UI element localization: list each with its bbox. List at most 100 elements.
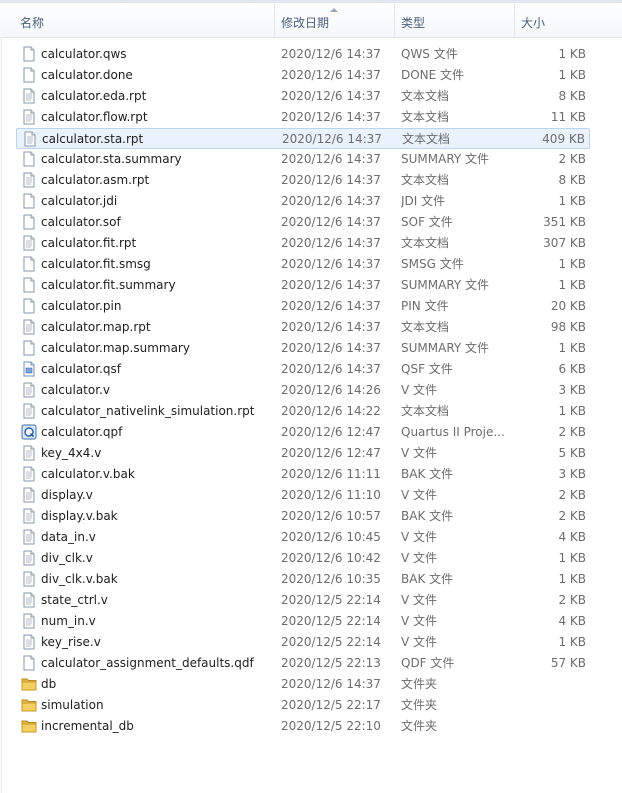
file-row[interactable]: calculator.map.rpt 2020/12/6 14:37 文本文档 98 …: [16, 317, 590, 338]
file-row[interactable]: calculator.pin 2020/12/6 14:37 PIN 文件 20 KB: [16, 296, 590, 317]
file-name: state_ctrl.v: [41, 593, 108, 607]
file-type: V 文件: [401, 488, 438, 502]
file-row[interactable]: calculator.qws 2020/12/6 14:37 QWS 文件 1 KB: [16, 44, 590, 65]
file-type: JDI 文件: [401, 194, 446, 208]
file-size: 4 KB: [558, 530, 586, 544]
file-modified-date: 2020/12/6 11:11: [281, 467, 381, 481]
file-modified-date: 2020/12/6 14:22: [281, 404, 381, 418]
text-document-icon: [21, 172, 37, 188]
file-row[interactable]: calculator.fit.rpt 2020/12/6 14:37 文本文档 307…: [16, 233, 590, 254]
file-size: 1 KB: [558, 68, 586, 82]
file-row[interactable]: calculator.flow.rpt 2020/12/6 14:37 文本文档 11…: [16, 107, 590, 128]
file-row[interactable]: key_4x4.v 2020/12/6 12:47 V 文件 5 KB: [16, 443, 590, 464]
document-icon: [21, 46, 37, 62]
folder-icon: [21, 718, 37, 734]
column-header-name[interactable]: 名称: [14, 3, 275, 37]
file-name: calculator.sof: [41, 215, 121, 229]
document-icon: [21, 340, 37, 356]
file-modified-date: 2020/12/6 14:37: [281, 341, 381, 355]
file-size: 1 KB: [558, 341, 586, 355]
file-modified-date: 2020/12/6 14:37: [281, 257, 381, 271]
file-row[interactable]: db 2020/12/6 14:37 文件夹: [16, 674, 590, 695]
file-size: 1 KB: [558, 404, 586, 418]
text-document-icon: [21, 319, 37, 335]
file-row[interactable]: incremental_db 2020/12/5 22:10 文件夹: [16, 716, 590, 737]
text-document-icon: [21, 592, 37, 608]
file-row[interactable]: calculator.fit.summary 2020/12/6 14:37 SUM…: [16, 275, 590, 296]
file-row[interactable]: display.v.bak 2020/12/6 10:57 BAK 文件 2 KB: [16, 506, 590, 527]
file-modified-date: 2020/12/6 14:37: [281, 677, 381, 691]
column-header-size[interactable]: 大小: [515, 3, 622, 37]
file-row[interactable]: calculator.v 2020/12/6 14:26 V 文件 3 KB: [16, 380, 590, 401]
file-modified-date: 2020/12/6 14:37: [281, 47, 381, 61]
file-name: calculator.fit.rpt: [41, 236, 137, 250]
file-row[interactable]: calculator.jdi 2020/12/6 14:37 JDI 文件 1 KB: [16, 191, 590, 212]
file-size: 3 KB: [558, 467, 586, 481]
file-size: 409 KB: [542, 132, 585, 146]
file-modified-date: 2020/12/6 14:37: [281, 110, 381, 124]
file-size: 2 KB: [558, 152, 586, 166]
file-modified-date: 2020/12/6 10:42: [281, 551, 381, 565]
file-modified-date: 2020/12/6 14:37: [281, 173, 381, 187]
file-name: num_in.v: [41, 614, 96, 628]
file-row[interactable]: calculator.eda.rpt 2020/12/6 14:37 文本文档 8 K…: [16, 86, 590, 107]
column-header-bar: 名称 修改日期 类型 大小: [0, 3, 622, 38]
file-row[interactable]: calculator.asm.rpt 2020/12/6 14:37 文本文档 8 K…: [16, 170, 590, 191]
sort-up-icon: [330, 8, 338, 12]
file-row[interactable]: calculator_nativelink_simulation.rpt 2020…: [16, 401, 590, 422]
file-row[interactable]: calculator.v.bak 2020/12/6 11:11 BAK 文件 3 K…: [16, 464, 590, 485]
file-row[interactable]: calculator.sta.rpt 2020/12/6 14:37 文本文档 409…: [16, 128, 590, 149]
file-row[interactable]: calculator.qsf 2020/12/6 14:37 QSF 文件 6 KB: [16, 359, 590, 380]
file-type: 文本文档: [401, 173, 450, 187]
file-name: simulation: [41, 698, 104, 712]
file-row[interactable]: calculator_assignment_defaults.qdf 2020/1…: [16, 653, 590, 674]
file-modified-date: 2020/12/6 14:37: [281, 215, 381, 229]
file-size: 1 KB: [558, 635, 586, 649]
file-size: 8 KB: [558, 89, 586, 103]
file-row[interactable]: state_ctrl.v 2020/12/5 22:14 V 文件 2 KB: [16, 590, 590, 611]
folder-icon: [21, 697, 37, 713]
file-modified-date: 2020/12/6 14:37: [281, 236, 381, 250]
file-row[interactable]: calculator.sof 2020/12/6 14:37 SOF 文件 351 K…: [16, 212, 590, 233]
file-size: 5 KB: [558, 446, 586, 460]
column-header-name-label: 名称: [20, 16, 45, 30]
text-document-icon: [21, 109, 37, 125]
text-document-icon: [21, 88, 37, 104]
text-document-icon: [21, 571, 37, 587]
file-modified-date: 2020/12/6 10:45: [281, 530, 381, 544]
text-document-icon: [22, 131, 38, 147]
file-type: BAK 文件: [401, 467, 454, 481]
file-row[interactable]: div_clk.v.bak 2020/12/6 10:35 BAK 文件 1 KB: [16, 569, 590, 590]
column-header-type[interactable]: 类型: [395, 3, 515, 37]
file-name: incremental_db: [41, 719, 134, 733]
file-name: display.v.bak: [41, 509, 118, 523]
file-row[interactable]: calculator.qpf 2020/12/6 12:47 Quartus II …: [16, 422, 590, 443]
file-type: 文本文档: [402, 132, 451, 146]
file-type: BAK 文件: [401, 509, 454, 523]
file-size: 57 KB: [550, 656, 586, 670]
file-type: SUMMARY 文件: [401, 278, 490, 292]
file-row[interactable]: calculator.sta.summary 2020/12/6 14:37 SUM…: [16, 149, 590, 170]
file-row[interactable]: div_clk.v 2020/12/6 10:42 V 文件 1 KB: [16, 548, 590, 569]
file-name: calculator.sta.rpt: [42, 132, 144, 146]
file-row[interactable]: display.v 2020/12/6 11:10 V 文件 2 KB: [16, 485, 590, 506]
file-modified-date: 2020/12/6 10:35: [281, 572, 381, 586]
file-size: 1 KB: [558, 194, 586, 208]
file-row[interactable]: calculator.map.summary 2020/12/6 14:37 SUM…: [16, 338, 590, 359]
file-row[interactable]: num_in.v 2020/12/5 22:14 V 文件 4 KB: [16, 611, 590, 632]
file-row[interactable]: calculator.done 2020/12/6 14:37 DONE 文件 1 K…: [16, 65, 590, 86]
file-size: 8 KB: [558, 173, 586, 187]
file-name: calculator.asm.rpt: [41, 173, 150, 187]
file-modified-date: 2020/12/6 14:37: [281, 299, 381, 313]
column-header-date[interactable]: 修改日期: [275, 3, 395, 37]
file-modified-date: 2020/12/6 14:37: [281, 89, 381, 103]
file-type: Quartus II Proje...: [401, 425, 505, 439]
file-row[interactable]: calculator.fit.smsg 2020/12/6 14:37 SMSG 文…: [16, 254, 590, 275]
document-icon: [21, 193, 37, 209]
file-type: V 文件: [401, 551, 438, 565]
file-type: SUMMARY 文件: [401, 341, 490, 355]
file-type: SUMMARY 文件: [401, 152, 490, 166]
file-row[interactable]: key_rise.v 2020/12/5 22:14 V 文件 1 KB: [16, 632, 590, 653]
file-row[interactable]: simulation 2020/12/5 22:17 文件夹: [16, 695, 590, 716]
file-row[interactable]: data_in.v 2020/12/6 10:45 V 文件 4 KB: [16, 527, 590, 548]
